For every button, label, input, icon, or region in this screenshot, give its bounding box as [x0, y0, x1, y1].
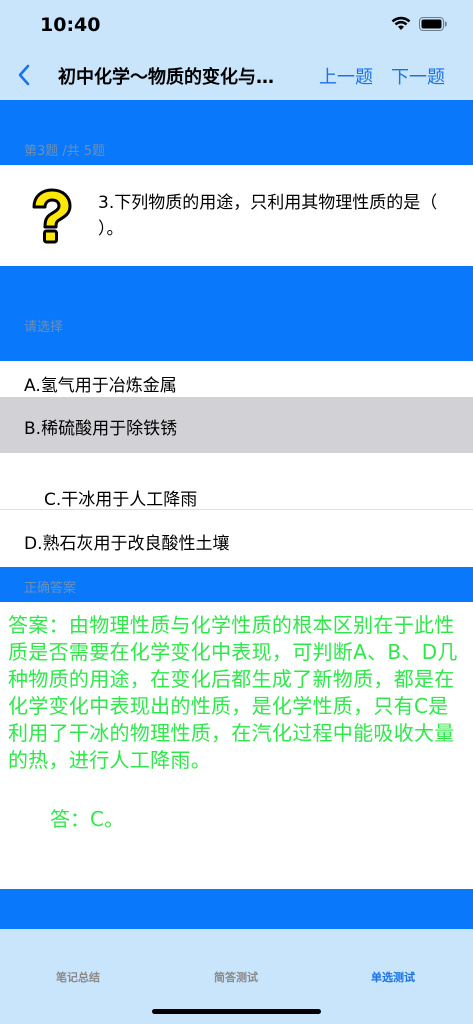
- previous-question-button[interactable]: 上一题: [319, 63, 373, 89]
- option-a[interactable]: A.氢气用于冶炼金属: [0, 361, 473, 397]
- option-a-label: A.氢气用于冶炼金属: [24, 376, 177, 396]
- status-bar: 10:40: [0, 0, 473, 50]
- options-section-label: 请选择: [24, 320, 64, 335]
- chevron-left-icon: [18, 64, 30, 86]
- option-b-label: B.稀硫酸用于除铁锈: [24, 419, 178, 439]
- wifi-icon: [391, 16, 411, 35]
- status-icons: [391, 16, 447, 35]
- answer-explanation: 答案：由物理性质与化学性质的根本区别在于此性质是否需要在化学变化中表现，可判断A…: [8, 613, 458, 772]
- tab-short-answer-test[interactable]: 简答测试: [176, 969, 296, 985]
- next-question-button[interactable]: 下一题: [391, 63, 445, 89]
- battery-icon: [419, 16, 447, 35]
- option-d-label: D.熟石灰用于改良酸性土壤: [24, 534, 230, 554]
- option-d[interactable]: D.熟石灰用于改良酸性土壤: [0, 511, 473, 567]
- option-c-label: C.干冰用于人工降雨: [44, 490, 198, 510]
- navigation-bar: 初中化学～物质的变化与… 上一题 下一题: [0, 50, 473, 100]
- answer-header: 正确答案: [0, 567, 473, 602]
- progress-label: 第3题 /共 5题: [24, 144, 106, 159]
- question-mark-icon: [26, 187, 78, 245]
- bottom-band: [0, 889, 473, 929]
- tab-notes-summary[interactable]: 笔记总结: [18, 969, 138, 985]
- back-button[interactable]: [10, 60, 38, 90]
- home-indicator: [152, 1009, 321, 1014]
- question-text: 3.下列物质的用途，只利用其物理性质的是（ ）。: [98, 193, 438, 239]
- question-card: 3.下列物质的用途，只利用其物理性质的是（ ）。: [0, 165, 473, 266]
- tab-single-choice-test[interactable]: 单选测试: [333, 969, 453, 985]
- option-b[interactable]: B.稀硫酸用于除铁锈: [0, 397, 473, 453]
- answer-area: 答案：由物理性质与化学性质的根本区别在于此性质是否需要在化学变化中表现，可判断A…: [0, 602, 473, 889]
- option-c[interactable]: C.干冰用于人工降雨: [0, 454, 473, 510]
- options-header: 请选择: [0, 266, 473, 361]
- answer-section-label: 正确答案: [24, 581, 77, 596]
- page-title: 初中化学～物质的变化与…: [58, 67, 274, 88]
- status-time: 10:40: [40, 14, 101, 36]
- progress-header: 第3题 /共 5题: [0, 100, 473, 165]
- answer-final: 答：C。: [50, 807, 124, 831]
